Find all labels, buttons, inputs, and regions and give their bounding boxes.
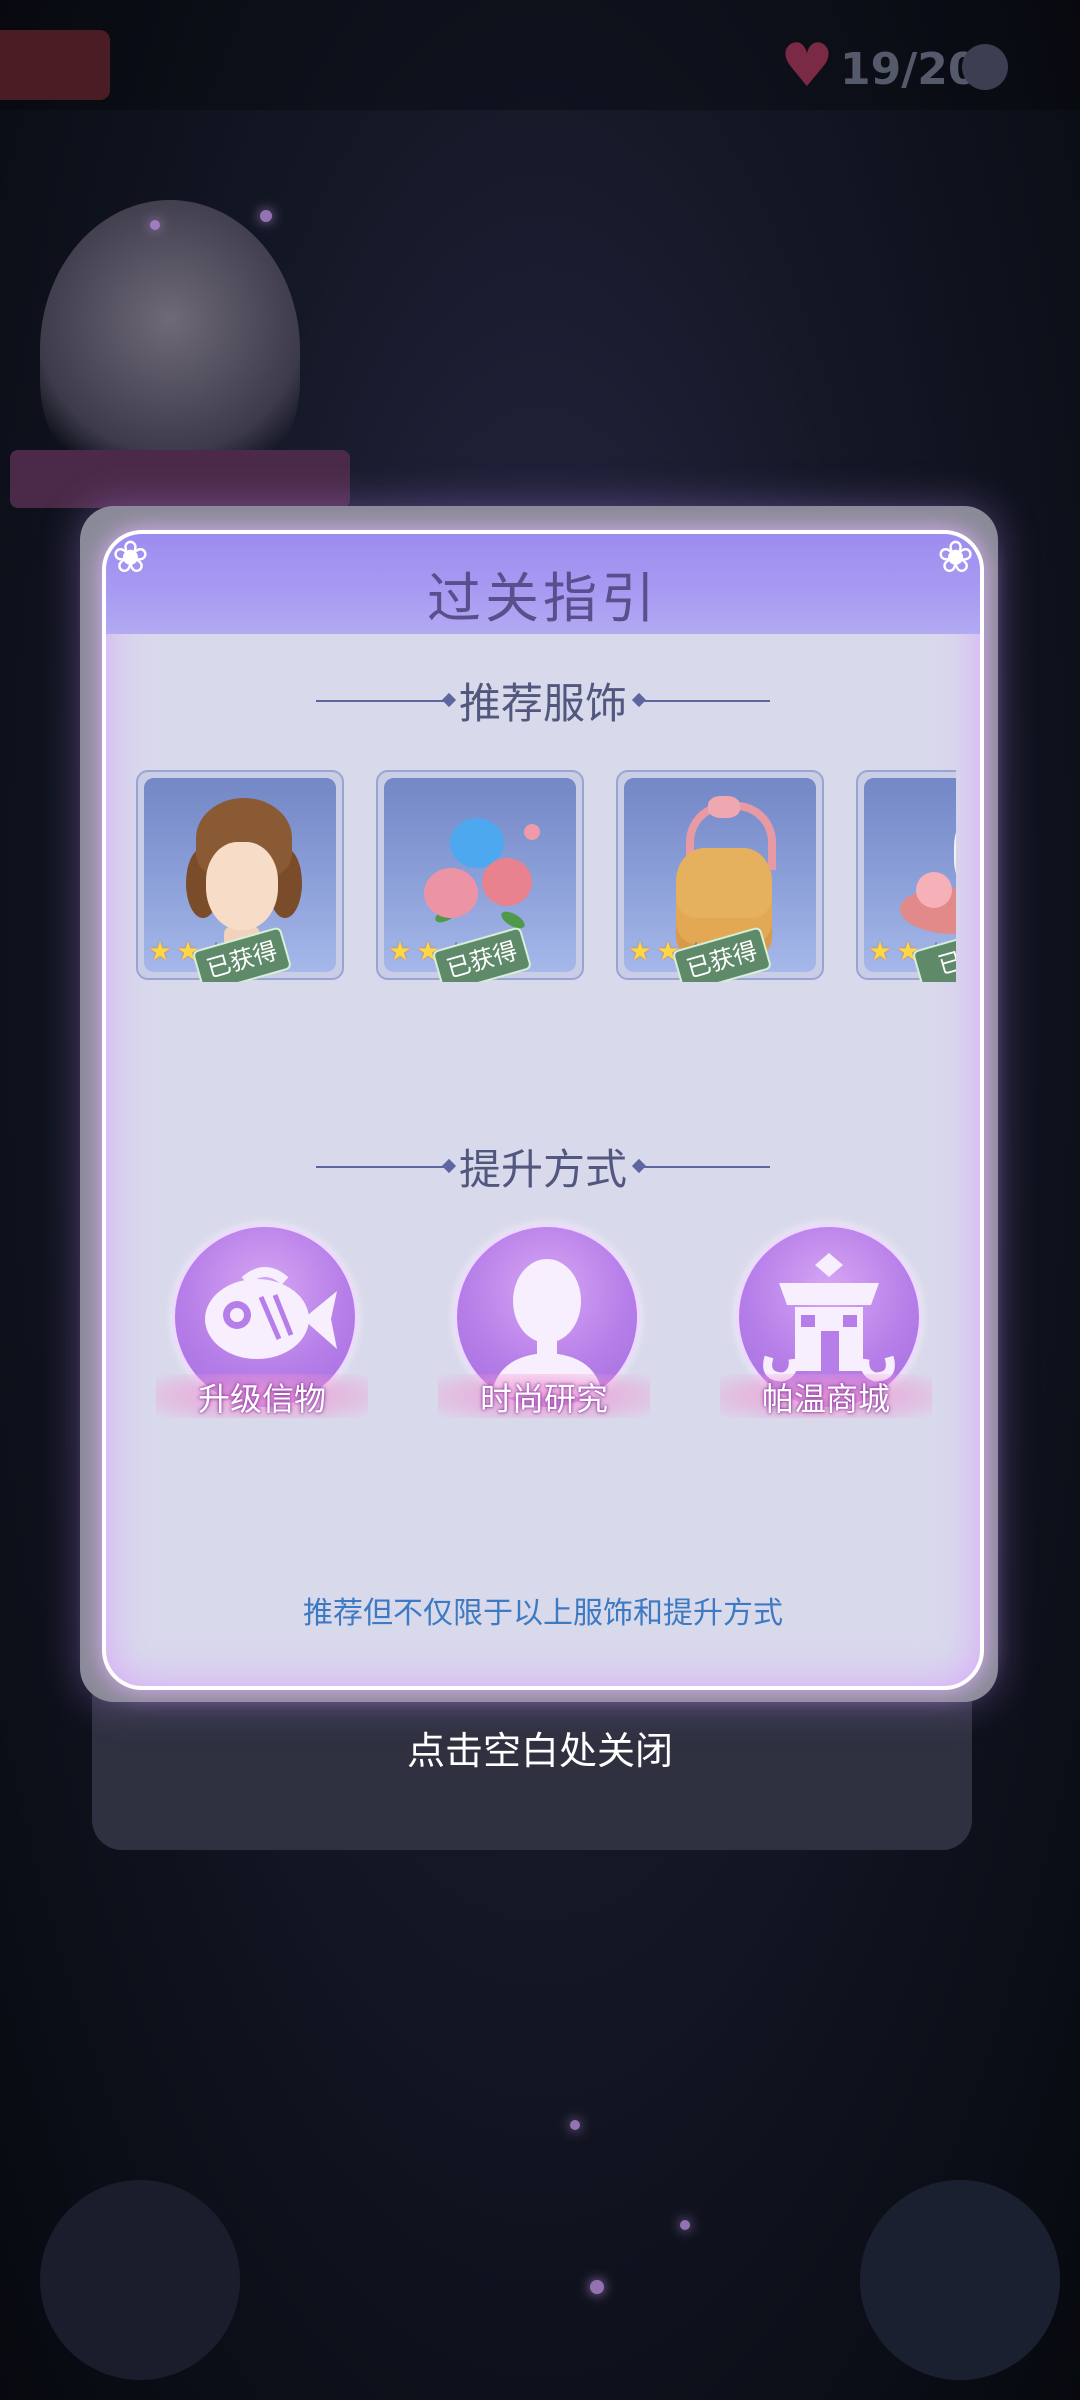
- item-card-flowers[interactable]: ★★★★★ 已获得: [376, 770, 584, 982]
- divider-line: [640, 700, 770, 702]
- bow-shape: [708, 796, 740, 818]
- method-label: 时尚研究: [479, 1380, 608, 1418]
- sparkle-decoration: [260, 210, 272, 222]
- dialog-title: 过关指引: [427, 567, 659, 630]
- background-event-tag: [0, 30, 110, 100]
- method-upgrade-token-button[interactable]: 升级信物: [156, 1224, 368, 1444]
- star-icon: ★: [628, 937, 652, 967]
- star-icon: ★: [388, 937, 412, 967]
- shoe-ribbon-shape: [954, 818, 956, 888]
- heart-icon: ♥: [780, 31, 834, 101]
- recommended-section-header: 推荐服饰: [106, 670, 980, 730]
- item-card-bag[interactable]: ★★★★★ 已获得: [616, 770, 824, 982]
- background-bottom-button-left: [40, 2180, 240, 2380]
- method-shop-button[interactable]: 帕温商城: [720, 1224, 932, 1444]
- pink-rose-icon: [424, 868, 478, 918]
- recommended-section-title: 推荐服饰: [458, 679, 627, 728]
- improve-section-title: 提升方式: [458, 1145, 627, 1194]
- sparkle-decoration: [590, 2280, 604, 2294]
- add-energy-button: [962, 44, 1008, 90]
- pink-rose-icon: [482, 858, 532, 906]
- stage-guide-dialog: ❀ ❀ 过关指引 推荐服饰 ★★★★★ 已获得: [102, 530, 984, 1690]
- shoe-flower-shape: [916, 872, 952, 908]
- recommended-items-list[interactable]: ★★★★★ 已获得 ★★★★★ 已获得: [136, 770, 956, 982]
- face-shape: [206, 842, 278, 930]
- item-card-hair[interactable]: ★★★★★ 已获得: [136, 770, 344, 982]
- bud-shape: [524, 824, 540, 840]
- tap-to-close-hint: 点击空白处关闭: [406, 1729, 673, 1773]
- sparkle-decoration: [150, 220, 160, 230]
- star-icon: ★: [148, 937, 172, 967]
- background-bottom-button-right: [860, 2180, 1060, 2380]
- dialog-footnote: 推荐但不仅限于以上服饰和提升方式: [303, 1596, 783, 1631]
- divider-line: [640, 1166, 770, 1168]
- item-card-shoe[interactable]: ★★★★★ 已获: [856, 770, 956, 982]
- method-label: 帕温商城: [761, 1380, 890, 1418]
- method-label: 升级信物: [197, 1380, 326, 1418]
- method-fashion-research-button[interactable]: 时尚研究: [438, 1224, 650, 1444]
- background-character-banner: [10, 450, 350, 508]
- star-icon: ★: [868, 937, 892, 967]
- sparkle-decoration: [570, 2120, 580, 2130]
- sparkle-decoration: [680, 2220, 690, 2230]
- improve-section-header: 提升方式: [106, 1136, 980, 1196]
